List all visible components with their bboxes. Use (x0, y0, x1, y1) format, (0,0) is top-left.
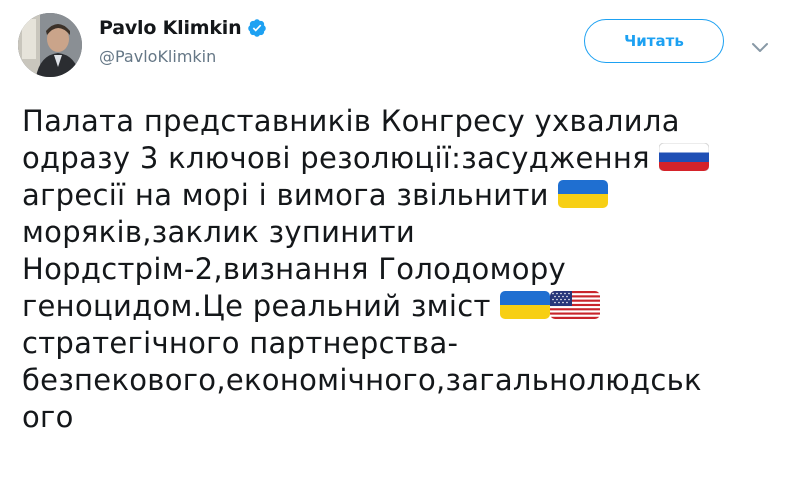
tweet-text-segment: Нордстрім-2,визнання Голодомору (22, 252, 566, 286)
tweet-text-segment: стратегічного партнерства- (22, 326, 459, 360)
tweet-line: стратегічного партнерства- (22, 325, 792, 362)
user-handle[interactable]: @PavloKlimkin (99, 47, 267, 66)
chevron-down-icon[interactable] (749, 36, 771, 58)
tweet-text-segment: Палата представників Конгресу ухвалила (22, 104, 680, 138)
tweet-text-segment: ого (22, 400, 74, 434)
tweet-text-segment: геноцидом.Це реальний зміст (22, 289, 491, 323)
follow-button[interactable]: Читать (584, 19, 724, 63)
tweet-line: безпекового,економічного,загальнолюдськ (22, 362, 792, 399)
flag-usa-icon (550, 291, 601, 319)
tweet-line: одразу 3 ключові резолюції:засудження (22, 140, 792, 177)
tweet-line: Нордстрім-2,визнання Голодомору (22, 251, 792, 288)
tweet-line: геноцидом.Це реальний зміст (22, 288, 792, 325)
tweet-text-segment: безпекового,економічного,загальнолюдськ (22, 363, 702, 397)
flag-russia-icon (659, 143, 710, 171)
tweet-card: Pavlo Klimkin @PavloKlimkin Читать Палат… (0, 0, 800, 491)
flag-ukraine-icon (558, 180, 609, 208)
tweet-text: Палата представників Конгресу ухвалила о… (22, 103, 792, 436)
user-avatar[interactable] (18, 13, 82, 77)
tweet-text-segment: одразу 3 ключові резолюції:засудження (22, 141, 650, 175)
avatar-photo (18, 13, 82, 77)
tweet-text-segment: моряків,заклик зупинити (22, 215, 416, 249)
tweet-line: агресії на морі і вимога звільнити (22, 177, 792, 214)
tweet-author: Pavlo Klimkin @PavloKlimkin (99, 14, 267, 66)
tweet-line: ого (22, 399, 792, 436)
tweet-line: Палата представників Конгресу ухвалила (22, 103, 792, 140)
tweet-line: моряків,заклик зупинити (22, 214, 792, 251)
verified-badge-icon (247, 18, 267, 38)
display-name[interactable]: Pavlo Klimkin (99, 17, 242, 39)
flag-ukraine-icon (500, 291, 551, 319)
tweet-text-segment: агресії на морі і вимога звільнити (22, 178, 549, 212)
